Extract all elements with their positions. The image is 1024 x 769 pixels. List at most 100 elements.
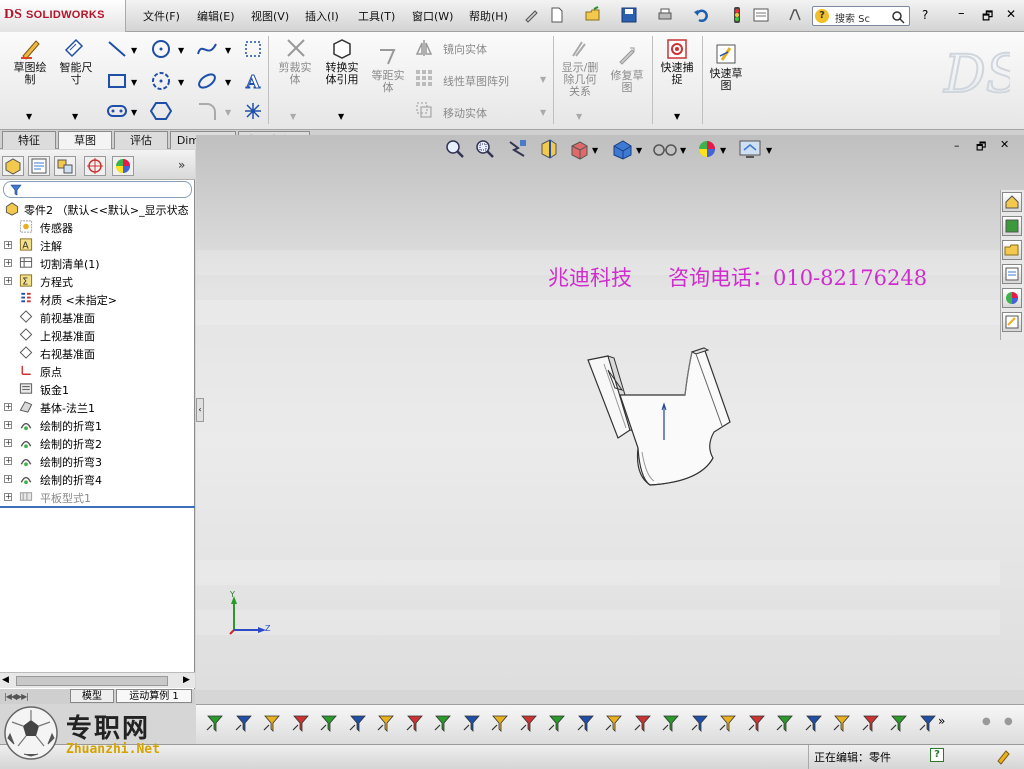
menu-view[interactable]: 视图(V) bbox=[251, 8, 289, 24]
move-entities-icon[interactable] bbox=[414, 100, 434, 120]
more-tools-icon[interactable]: » bbox=[938, 714, 945, 728]
tree-item[interactable]: + 切割清单(1) bbox=[4, 254, 194, 272]
viewport-minimize-button[interactable]: – bbox=[954, 139, 960, 152]
save-icon[interactable] bbox=[620, 6, 638, 24]
search-input[interactable]: 搜索 Sc bbox=[835, 10, 870, 25]
display-style-dropdown-icon[interactable]: ▼ bbox=[636, 146, 642, 155]
along-z-relation-icon[interactable] bbox=[689, 712, 711, 734]
tree-item[interactable]: + 绘制的折弯1 bbox=[4, 416, 194, 434]
scene-icon[interactable] bbox=[738, 138, 764, 160]
arc-icon[interactable] bbox=[150, 70, 172, 92]
polygon-icon[interactable] bbox=[150, 100, 172, 122]
midpoint-relation-icon[interactable] bbox=[318, 712, 340, 734]
display-style-icon[interactable] bbox=[610, 138, 634, 160]
move-dropdown-icon[interactable]: ▼ bbox=[540, 108, 546, 117]
slot-dropdown-icon[interactable]: ▼ bbox=[131, 108, 137, 117]
coincident-relation-icon[interactable] bbox=[204, 712, 226, 734]
snaps-dropdown-icon[interactable]: ▼ bbox=[674, 112, 680, 121]
expand-toggle-icon[interactable]: + bbox=[4, 259, 12, 267]
menu-file[interactable]: 文件(F) bbox=[143, 8, 180, 24]
rectangle-icon[interactable] bbox=[106, 70, 128, 92]
dimxpert-manager-tab-icon[interactable] bbox=[84, 156, 106, 176]
symmetric-relation-icon[interactable] bbox=[518, 712, 540, 734]
vertical-relation-icon[interactable] bbox=[261, 712, 283, 734]
fillet-dropdown-icon[interactable]: ▼ bbox=[225, 108, 231, 117]
expand-toggle-icon[interactable]: + bbox=[4, 475, 12, 483]
line-dropdown-icon[interactable]: ▼ bbox=[131, 46, 137, 55]
tree-item[interactable]: + 绘制的折弯4 bbox=[4, 470, 194, 488]
toolbar-dot-icon[interactable]: ● bbox=[982, 716, 991, 727]
pattern-dropdown-icon[interactable]: ▼ bbox=[540, 75, 546, 84]
resources-home-icon[interactable] bbox=[1002, 192, 1022, 212]
trim-icon[interactable] bbox=[284, 36, 308, 60]
restore-button[interactable]: 🗗 bbox=[982, 7, 993, 28]
tab-evaluate[interactable]: 评估 bbox=[114, 131, 168, 149]
viewport-restore-button[interactable]: 🗗 bbox=[976, 138, 986, 157]
previous-view-icon[interactable] bbox=[506, 138, 528, 160]
point-icon[interactable] bbox=[242, 100, 264, 122]
text-icon[interactable]: A bbox=[242, 70, 264, 93]
convert-dropdown-icon[interactable]: ▼ bbox=[338, 112, 344, 121]
view-palette-icon[interactable] bbox=[1002, 264, 1022, 284]
pierce-relation-icon[interactable] bbox=[603, 712, 625, 734]
configuration-manager-tab-icon[interactable] bbox=[54, 156, 76, 176]
tree-item[interactable]: + 平板型式1 bbox=[4, 488, 194, 506]
expand-toggle-icon[interactable]: + bbox=[4, 403, 12, 411]
tree-item[interactable]: + 绘制的折弯3 bbox=[4, 452, 194, 470]
search-icon[interactable] bbox=[891, 10, 905, 24]
tree-item[interactable]: 前视基准面 bbox=[4, 308, 194, 326]
horizontal-scrollbar[interactable]: ◀ ▶ bbox=[0, 672, 195, 688]
tree-item[interactable]: + 绘制的折弯2 bbox=[4, 434, 194, 452]
spline-dropdown-icon[interactable]: ▼ bbox=[225, 46, 231, 55]
tab-features[interactable]: 特征 bbox=[2, 131, 56, 149]
convert-entities-icon[interactable] bbox=[330, 36, 354, 60]
undo-icon[interactable] bbox=[692, 6, 710, 24]
toolbar-dot-icon[interactable]: ● bbox=[1004, 716, 1013, 727]
ellipse-icon[interactable] bbox=[196, 70, 218, 92]
rectangle-dropdown-icon[interactable]: ▼ bbox=[131, 78, 137, 87]
panel-splitter-handle[interactable]: ‹ bbox=[196, 398, 204, 422]
offset-icon[interactable] bbox=[376, 44, 400, 68]
intersection-relation-icon[interactable] bbox=[546, 712, 568, 734]
display-relations-icon[interactable] bbox=[568, 38, 590, 60]
property-manager-tab-icon[interactable] bbox=[28, 156, 50, 176]
sketch-icon[interactable] bbox=[18, 36, 44, 62]
tree-item[interactable]: + Σ 方程式 bbox=[4, 272, 194, 290]
diameter-relation-icon[interactable] bbox=[803, 712, 825, 734]
design-library-icon[interactable] bbox=[1002, 216, 1022, 236]
move-entities-button[interactable]: 移动实体 bbox=[443, 105, 487, 121]
menu-insert[interactable]: 插入(I) bbox=[305, 8, 339, 24]
search-box[interactable]: ? 搜索 Sc bbox=[812, 6, 910, 26]
scroll-thumb[interactable] bbox=[16, 676, 168, 686]
expand-tabs-icon[interactable]: » bbox=[178, 158, 185, 172]
section-view-icon[interactable] bbox=[538, 138, 560, 160]
quick-snaps-button[interactable]: 快速捕 捉 bbox=[654, 62, 700, 86]
along-y-relation-icon[interactable] bbox=[660, 712, 682, 734]
dimension-dropdown-icon[interactable]: ▼ bbox=[72, 112, 78, 121]
relations-dropdown-icon[interactable]: ▼ bbox=[576, 112, 582, 121]
options-icon[interactable] bbox=[752, 6, 770, 24]
sketch-dropdown-icon[interactable]: ▼ bbox=[26, 112, 32, 121]
display-manager-tab-icon[interactable] bbox=[112, 156, 134, 176]
menu-edit[interactable]: 编辑(E) bbox=[197, 8, 235, 24]
hole-relation-icon[interactable] bbox=[917, 712, 939, 734]
expand-toggle-icon[interactable]: + bbox=[4, 439, 12, 447]
tab-motion-study[interactable]: 运动算例 1 bbox=[116, 689, 192, 703]
solidworks-logo[interactable]: DS SOLIDWORKS bbox=[0, 0, 126, 32]
menu-window[interactable]: 窗口(W) bbox=[412, 8, 453, 24]
slot-icon[interactable] bbox=[106, 100, 128, 122]
minimize-button[interactable]: – bbox=[958, 6, 965, 21]
expand-toggle-icon[interactable]: + bbox=[4, 421, 12, 429]
tree-item[interactable]: 传感器 bbox=[4, 218, 194, 236]
zoom-to-area-icon[interactable] bbox=[474, 138, 496, 160]
dimension-relation-icon[interactable] bbox=[717, 712, 739, 734]
rebuild-icon[interactable] bbox=[994, 747, 1012, 765]
tree-item[interactable]: 上视基准面 bbox=[4, 326, 194, 344]
view-orientation-icon[interactable] bbox=[568, 138, 590, 160]
arc-dropdown-icon[interactable]: ▼ bbox=[178, 78, 184, 87]
perpendicular-relation-icon[interactable] bbox=[404, 712, 426, 734]
radius-relation-icon[interactable] bbox=[774, 712, 796, 734]
hide-show-items-icon[interactable] bbox=[652, 138, 678, 160]
orientation-dropdown-icon[interactable]: ▼ bbox=[592, 146, 598, 155]
tree-item[interactable]: 钣金1 bbox=[4, 380, 194, 398]
